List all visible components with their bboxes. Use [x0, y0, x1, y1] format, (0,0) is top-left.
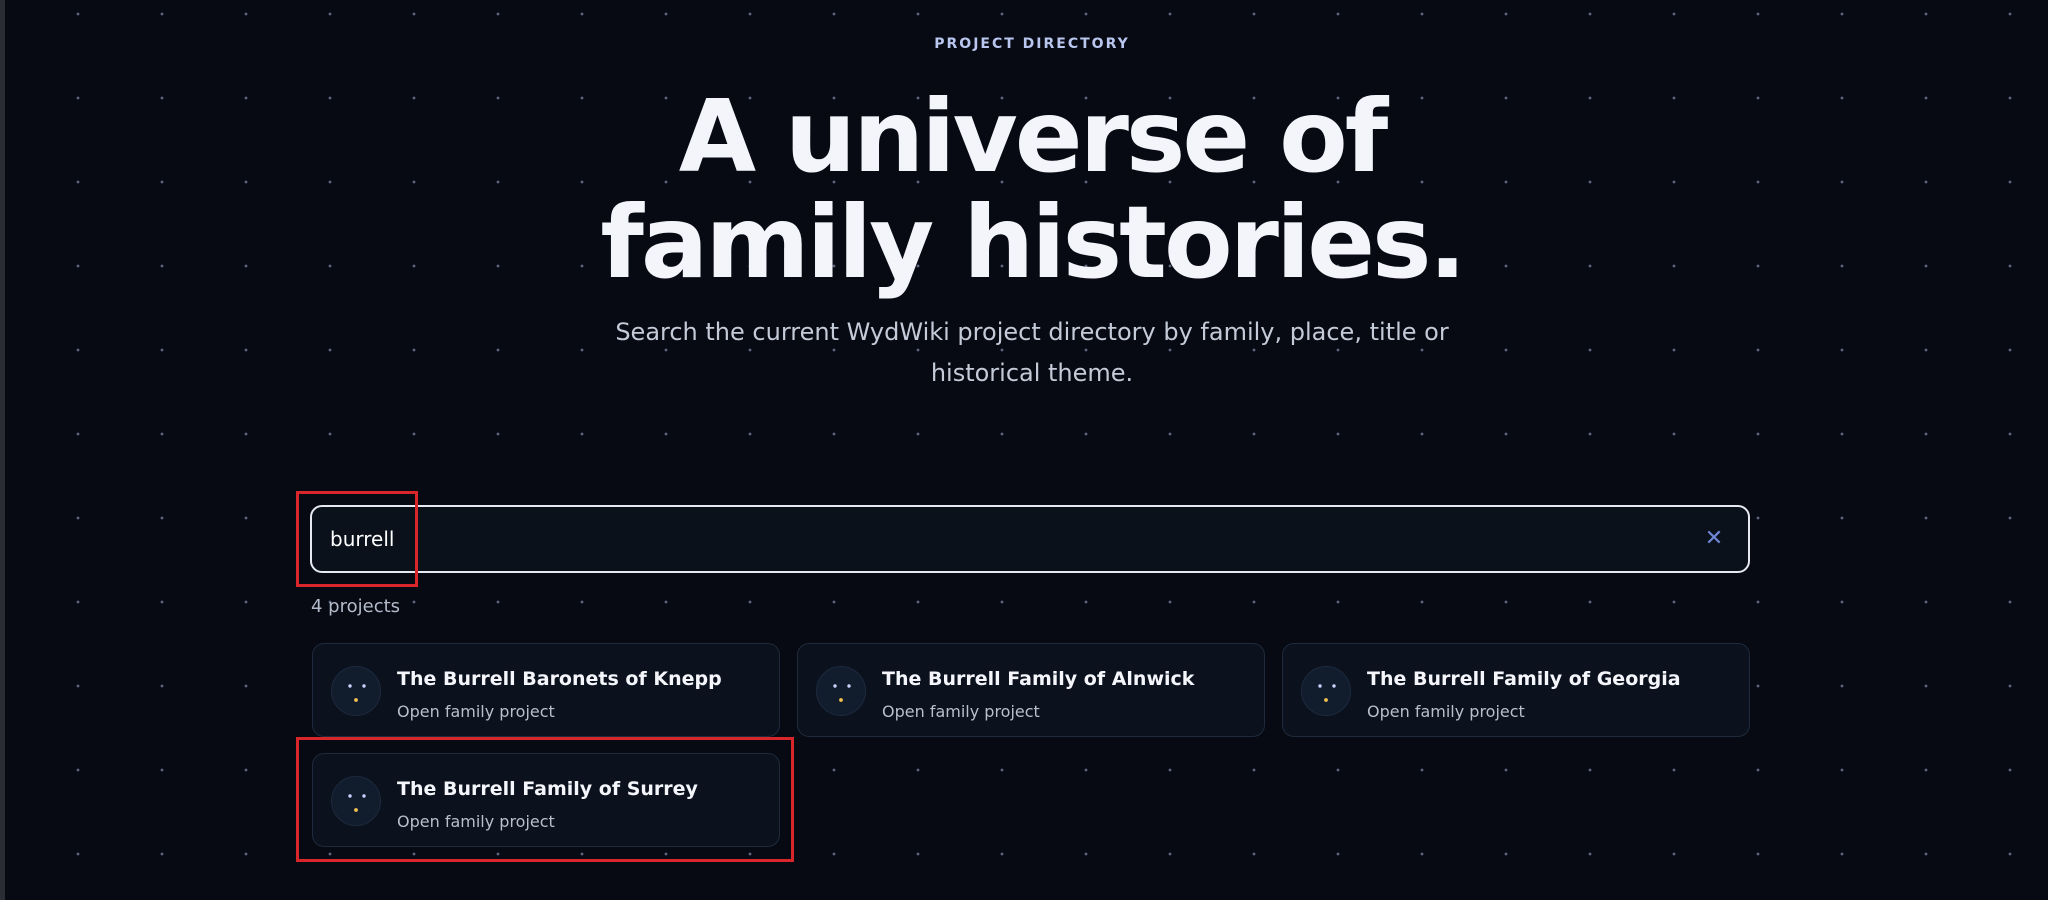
project-card-alnwick[interactable]: The Burrell Family of Alnwick Open famil… [797, 643, 1265, 737]
project-subtitle: Open family project [1367, 702, 1525, 721]
search-input[interactable] [330, 507, 1670, 571]
constellation-icon [331, 666, 381, 716]
page-title: A universe of family histories. [600, 78, 1466, 301]
constellation-icon [1301, 666, 1351, 716]
section-eyebrow: PROJECT DIRECTORY [934, 36, 1130, 52]
project-subtitle: Open family project [397, 812, 555, 831]
project-card-knepp[interactable]: The Burrell Baronets of Knepp Open famil… [312, 643, 780, 737]
window-edge [0, 0, 5, 900]
project-title: The Burrell Family of Surrey [397, 778, 698, 800]
close-icon: ✕ [1704, 526, 1724, 551]
clear-search-button[interactable]: ✕ [1702, 527, 1726, 551]
constellation-icon [816, 666, 866, 716]
page-subtitle: Search the current WydWiki project direc… [615, 318, 1449, 387]
project-subtitle: Open family project [397, 702, 555, 721]
directory-page: PROJECT DIRECTORY A universe of family h… [0, 0, 2048, 900]
result-count: 4 projects [311, 596, 401, 617]
constellation-icon [331, 776, 381, 826]
project-card-surrey[interactable]: The Burrell Family of Surrey Open family… [312, 753, 780, 847]
project-subtitle: Open family project [882, 702, 1040, 721]
project-title: The Burrell Family of Georgia [1367, 668, 1681, 690]
project-card-georgia[interactable]: The Burrell Family of Georgia Open famil… [1282, 643, 1750, 737]
project-title: The Burrell Baronets of Knepp [397, 668, 722, 690]
project-title: The Burrell Family of Alnwick [882, 668, 1195, 690]
search-box: ✕ [310, 505, 1750, 573]
